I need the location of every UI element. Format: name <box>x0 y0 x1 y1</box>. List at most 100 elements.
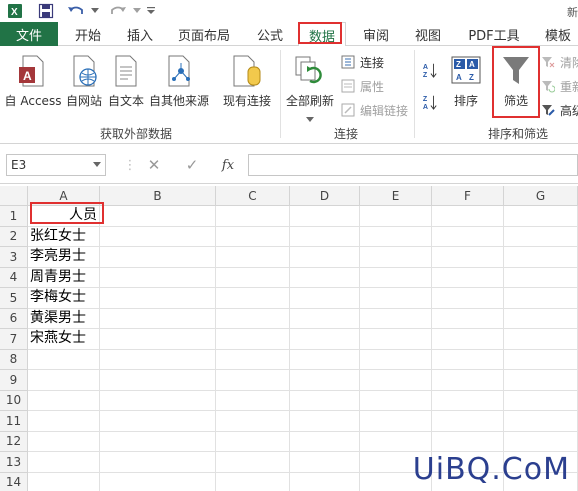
from-text-button[interactable]: 自文本 <box>106 54 146 109</box>
cell-a2[interactable]: 张红女士 <box>28 226 100 247</box>
column-header-e[interactable]: E <box>360 186 432 206</box>
cell-g2[interactable] <box>504 226 578 247</box>
cell-e11[interactable] <box>360 411 432 432</box>
edit-links-button[interactable]: 编辑链接 <box>340 100 408 120</box>
cell-g9[interactable] <box>504 370 578 391</box>
row-header-13[interactable]: 13 <box>0 452 28 473</box>
cell-f2[interactable] <box>432 226 504 247</box>
connections-button[interactable]: 连接 <box>340 52 384 72</box>
cell-c4[interactable] <box>216 267 290 288</box>
cell-g4[interactable] <box>504 267 578 288</box>
cell-b2[interactable] <box>100 226 216 247</box>
cell-a8[interactable] <box>28 349 100 370</box>
tab-file[interactable]: 文件 <box>0 22 58 46</box>
cell-a14[interactable] <box>28 472 100 491</box>
tab-formulas[interactable]: 公式 <box>250 22 290 46</box>
cell-d5[interactable] <box>290 288 360 309</box>
cell-g6[interactable] <box>504 308 578 329</box>
row-header-9[interactable]: 9 <box>0 370 28 391</box>
cell-d10[interactable] <box>290 390 360 411</box>
cell-f12[interactable] <box>432 431 504 452</box>
cell-a12[interactable] <box>28 431 100 452</box>
cell-f1[interactable] <box>432 206 504 227</box>
enter-icon[interactable]: ✓ <box>180 154 204 176</box>
row-header-6[interactable]: 6 <box>0 308 28 329</box>
cell-d7[interactable] <box>290 329 360 350</box>
cell-b7[interactable] <box>100 329 216 350</box>
cell-a5[interactable]: 李梅女士 <box>28 288 100 309</box>
tab-data[interactable]: 数据 <box>298 22 346 47</box>
row-header-2[interactable]: 2 <box>0 226 28 247</box>
cell-c6[interactable] <box>216 308 290 329</box>
cell-d4[interactable] <box>290 267 360 288</box>
tab-home[interactable]: 开始 <box>66 22 110 46</box>
cell-e4[interactable] <box>360 267 432 288</box>
clear-filter-button[interactable]: 清除 <box>540 52 578 72</box>
cell-d13[interactable] <box>290 452 360 473</box>
name-box-dropdown-icon[interactable] <box>93 162 101 167</box>
cell-g11[interactable] <box>504 411 578 432</box>
column-header-c[interactable]: C <box>216 186 290 206</box>
cell-c2[interactable] <box>216 226 290 247</box>
cell-a10[interactable] <box>28 390 100 411</box>
cell-d6[interactable] <box>290 308 360 329</box>
row-header-10[interactable]: 10 <box>0 390 28 411</box>
cell-a4[interactable]: 周青男士 <box>28 267 100 288</box>
cell-a7[interactable]: 宋燕女士 <box>28 329 100 350</box>
column-header-d[interactable]: D <box>290 186 360 206</box>
cell-f9[interactable] <box>432 370 504 391</box>
cell-e6[interactable] <box>360 308 432 329</box>
cell-f5[interactable] <box>432 288 504 309</box>
cell-f4[interactable] <box>432 267 504 288</box>
cell-c14[interactable] <box>216 472 290 491</box>
cell-e7[interactable] <box>360 329 432 350</box>
cell-f10[interactable] <box>432 390 504 411</box>
cell-b4[interactable] <box>100 267 216 288</box>
redo-icon[interactable] <box>106 2 130 20</box>
cell-c3[interactable] <box>216 247 290 268</box>
row-header-3[interactable]: 3 <box>0 247 28 268</box>
undo-icon[interactable] <box>64 2 88 20</box>
cell-c1[interactable] <box>216 206 290 227</box>
cell-c7[interactable] <box>216 329 290 350</box>
cell-d1[interactable] <box>290 206 360 227</box>
row-header-1[interactable]: 1 <box>0 206 28 227</box>
tab-pdf-tools[interactable]: PDF工具 <box>462 22 526 46</box>
cell-e9[interactable] <box>360 370 432 391</box>
cell-d12[interactable] <box>290 431 360 452</box>
existing-connections-button[interactable]: 现有连接 <box>218 54 276 109</box>
row-header-7[interactable]: 7 <box>0 329 28 350</box>
tab-insert[interactable]: 插入 <box>120 22 160 46</box>
cell-b13[interactable] <box>100 452 216 473</box>
row-header-14[interactable]: 14 <box>0 472 28 491</box>
cell-c12[interactable] <box>216 431 290 452</box>
from-access-button[interactable]: A 自 Access <box>4 54 62 109</box>
cell-a6[interactable]: 黄渠男士 <box>28 308 100 329</box>
cell-b12[interactable] <box>100 431 216 452</box>
save-icon[interactable] <box>36 2 56 20</box>
sort-ascending-button[interactable]: AZ <box>422 60 442 80</box>
cell-a1[interactable]: 人员 <box>28 206 100 227</box>
cell-f8[interactable] <box>432 349 504 370</box>
cell-e8[interactable] <box>360 349 432 370</box>
row-header-12[interactable]: 12 <box>0 431 28 452</box>
select-all-corner[interactable] <box>0 186 28 206</box>
cell-g7[interactable] <box>504 329 578 350</box>
tab-view[interactable]: 视图 <box>408 22 448 46</box>
cell-b5[interactable] <box>100 288 216 309</box>
cell-c10[interactable] <box>216 390 290 411</box>
row-header-5[interactable]: 5 <box>0 288 28 309</box>
cell-c11[interactable] <box>216 411 290 432</box>
cell-a9[interactable] <box>28 370 100 391</box>
from-web-button[interactable]: 自网站 <box>64 54 104 109</box>
cell-a13[interactable] <box>28 452 100 473</box>
name-box[interactable]: E3 <box>6 154 106 176</box>
customize-icon[interactable] <box>146 2 156 20</box>
cell-b9[interactable] <box>100 370 216 391</box>
sort-descending-button[interactable]: ZA <box>422 92 442 112</box>
from-other-sources-button[interactable]: 自其他来源 <box>148 54 210 109</box>
cell-d8[interactable] <box>290 349 360 370</box>
reapply-button[interactable]: 重新 <box>540 76 578 96</box>
redo-dropdown-icon[interactable] <box>132 2 142 20</box>
row-header-4[interactable]: 4 <box>0 267 28 288</box>
